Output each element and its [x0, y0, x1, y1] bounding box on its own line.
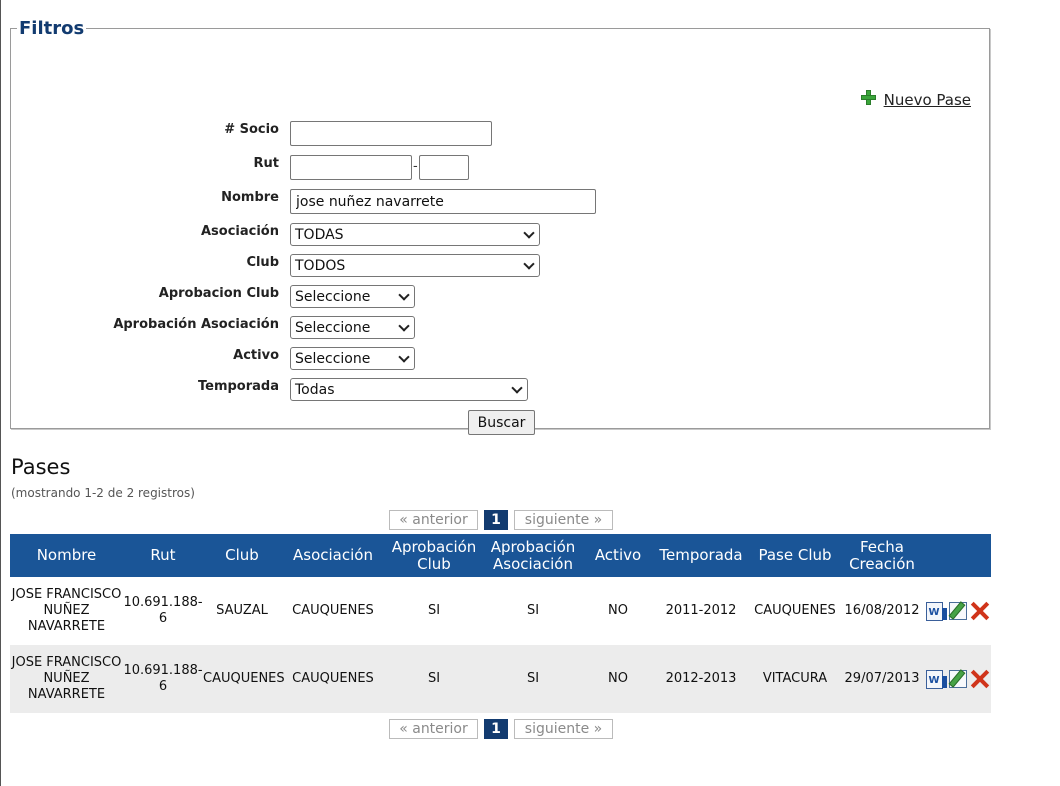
nombre-label: Nombre — [221, 190, 279, 205]
records-count: (mostrando 1-2 de 2 registros) — [11, 486, 195, 500]
col-rut: Rut — [123, 534, 203, 577]
temporada-select-value: Todas — [295, 381, 335, 398]
filters-panel: Filtros Nuevo Pase # Socio Rut - Nombre … — [10, 18, 990, 435]
chevron-down-icon — [398, 351, 410, 363]
cell-aprob-asoc: SI — [526, 603, 540, 618]
asociacion-label: Asociación — [200, 224, 279, 239]
filters-legend: Filtros — [19, 18, 85, 39]
pager-prev-button[interactable]: « anterior — [389, 719, 478, 739]
add-icon[interactable] — [860, 89, 876, 105]
col-aprob-asoc: Aprobación Asociación — [483, 534, 583, 577]
activo-select-value: Seleccione — [295, 350, 371, 367]
search-button[interactable]: Buscar — [468, 410, 535, 435]
aprob-club-select-value: Seleccione — [295, 288, 371, 305]
chevron-down-icon — [523, 258, 535, 270]
socio-input[interactable] — [290, 121, 492, 146]
results-title: Pases — [11, 455, 71, 479]
col-actions — [923, 534, 991, 577]
cell-activo: NO — [583, 645, 653, 713]
col-fecha: Fecha Creación — [841, 534, 923, 577]
cell-activo: NO — [608, 603, 628, 618]
aprob-asoc-select-value: Seleccione — [295, 319, 371, 336]
activo-label: Activo — [233, 348, 279, 363]
cell-club: SAUZAL — [216, 603, 268, 618]
pager-current-page[interactable]: 1 — [484, 719, 508, 739]
cell-aprob-club: SI — [427, 603, 441, 618]
asociacion-select-value: TODAS — [295, 226, 344, 243]
activo-select[interactable]: Seleccione — [290, 347, 415, 370]
pager-current-page[interactable]: 1 — [484, 510, 508, 530]
socio-label: # Socio — [224, 122, 279, 137]
cell-temporada: 2011-2012 — [665, 603, 737, 618]
club-label: Club — [246, 255, 279, 270]
col-pase-club: Pase Club — [749, 534, 841, 577]
chevron-down-icon — [398, 320, 410, 332]
chevron-down-icon — [398, 289, 410, 301]
cell-nombre: JOSE FRANCISCO NUÑEZ NAVARRETE — [11, 587, 122, 634]
aprob-asoc-label: Aprobación Asociación — [113, 317, 279, 332]
cell-pase-club: CAUQUENES — [754, 603, 836, 618]
table-row: JOSE FRANCISCO NUÑEZ NAVARRETE 10.691.18… — [10, 577, 991, 645]
aprob-asoc-select[interactable]: Seleccione — [290, 316, 415, 339]
col-nombre: Nombre — [10, 534, 123, 577]
passes-table: Nombre Rut Club Asociación Aprobación Cl… — [10, 534, 991, 713]
pager-bottom: « anterior 1 siguiente » — [389, 719, 613, 739]
pager-next-button[interactable]: siguiente » — [514, 510, 613, 530]
chevron-down-icon — [511, 382, 523, 394]
page-left-border — [0, 0, 1, 786]
cell-pase-club: VITACURA — [749, 645, 841, 713]
cell-fecha: 29/07/2013 — [841, 645, 923, 713]
temporada-label: Temporada — [197, 379, 279, 394]
cell-rut: 10.691.188-6 — [123, 595, 203, 626]
delete-icon[interactable] — [969, 669, 989, 689]
word-document-icon[interactable] — [925, 601, 947, 621]
nombre-input[interactable] — [290, 189, 596, 214]
cell-club: CAUQUENES — [203, 645, 285, 713]
new-pass-link-group[interactable]: Nuevo Pase — [860, 89, 971, 109]
edit-icon[interactable] — [948, 602, 967, 620]
cell-asociacion: CAUQUENES — [281, 645, 385, 713]
delete-icon[interactable] — [969, 601, 989, 621]
cell-aprob-asoc: SI — [483, 645, 583, 713]
word-document-icon[interactable] — [925, 669, 947, 689]
rut-label: Rut — [253, 156, 279, 171]
cell-temporada: 2012-2013 — [653, 645, 749, 713]
pager-next-button[interactable]: siguiente » — [514, 719, 613, 739]
col-temporada: Temporada — [653, 534, 749, 577]
asociacion-select[interactable]: TODAS — [290, 223, 540, 246]
temporada-select[interactable]: Todas — [290, 378, 528, 401]
rut-separator: - — [413, 159, 418, 174]
edit-icon[interactable] — [948, 670, 967, 688]
club-select-value: TODOS — [295, 257, 346, 274]
chevron-down-icon — [523, 227, 535, 239]
pager-top: « anterior 1 siguiente » — [389, 510, 613, 530]
cell-fecha: 16/08/2012 — [844, 603, 920, 618]
col-club: Club — [203, 534, 281, 577]
col-activo: Activo — [583, 534, 653, 577]
aprob-club-select[interactable]: Seleccione — [290, 285, 415, 308]
cell-asociacion: CAUQUENES — [292, 603, 374, 618]
rut-dv-input[interactable] — [419, 155, 469, 180]
pager-prev-button[interactable]: « anterior — [389, 510, 478, 530]
cell-nombre: JOSE FRANCISCO NUÑEZ NAVARRETE — [10, 645, 123, 713]
cell-actions — [923, 577, 991, 645]
club-select[interactable]: TODOS — [290, 254, 540, 277]
col-aprob-club: Aprobación Club — [385, 534, 483, 577]
table-row: JOSE FRANCISCO NUÑEZ NAVARRETE 10.691.18… — [10, 645, 991, 713]
new-pass-link[interactable]: Nuevo Pase — [884, 91, 971, 109]
table-header-row: Nombre Rut Club Asociación Aprobación Cl… — [10, 534, 991, 577]
cell-actions — [923, 645, 991, 713]
col-asociacion: Asociación — [281, 534, 385, 577]
rut-input[interactable] — [290, 155, 412, 180]
cell-rut: 10.691.188-6 — [123, 645, 203, 713]
cell-aprob-club: SI — [385, 645, 483, 713]
aprob-club-label: Aprobacion Club — [158, 286, 279, 301]
